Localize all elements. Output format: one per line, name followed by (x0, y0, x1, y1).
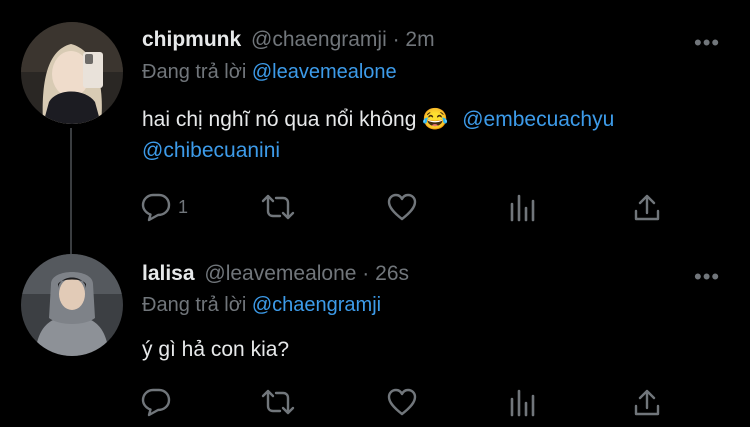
replying-to-mention[interactable]: @leavemealone (252, 61, 397, 83)
tweet-text: ý gì hả con kia? (142, 338, 289, 362)
time-separator: · (356, 262, 376, 285)
avatar-image (21, 254, 123, 356)
like-button[interactable] (386, 190, 418, 224)
tweet-header: lalisa @leavemealone · 26s (142, 262, 409, 286)
avatar-image (21, 22, 123, 124)
author-handle[interactable]: @chaengramji (251, 28, 387, 51)
tweet-text-body: hai chị nghĩ nó qua nổi không 😂 (142, 108, 449, 131)
retweet-button[interactable] (260, 190, 296, 224)
author-handle[interactable]: @leavemealone (204, 262, 356, 285)
tweet-text-line-2: @chibecuanini (142, 139, 280, 163)
like-icon (386, 387, 418, 417)
reply-count: 1 (178, 196, 189, 217)
tweet-text-body: ý gì hả con kia? (142, 338, 290, 361)
share-icon (632, 387, 662, 417)
more-icon[interactable]: ••• (694, 266, 720, 288)
like-icon (386, 192, 418, 222)
more-icon[interactable]: ••• (694, 32, 720, 54)
replying-to-mention[interactable]: @chaengramji (252, 294, 381, 316)
replying-to: Đang trả lời @chaengramji (142, 294, 381, 317)
replying-to-label: Đang trả lời (142, 294, 252, 316)
timestamp[interactable]: 2m (405, 28, 434, 51)
replying-to: Đang trả lời @leavemealone (142, 61, 397, 84)
share-button[interactable] (632, 385, 662, 419)
share-button[interactable] (632, 190, 662, 224)
analytics-button[interactable] (508, 385, 538, 419)
tweet-text: hai chị nghĩ nó qua nổi không 😂 @embecua… (142, 108, 614, 132)
analytics-button[interactable] (508, 190, 538, 224)
thread-line (70, 128, 72, 254)
tweet-lalisa[interactable]: lalisa @leavemealone · 26s ••• Đang trả … (0, 254, 750, 427)
action-bar (140, 385, 670, 419)
mention-embecuachyu[interactable]: @embecuachyu (462, 108, 614, 131)
action-bar: 1 (140, 190, 670, 224)
retweet-icon (260, 192, 296, 222)
analytics-icon (508, 387, 538, 417)
replying-to-label: Đang trả lời (142, 61, 252, 83)
time-separator: · (386, 28, 406, 51)
mention-chibecuanini[interactable]: @chibecuanini (142, 139, 280, 162)
reply-icon (140, 387, 172, 417)
reply-button[interactable]: 1 (140, 190, 188, 224)
reply-icon (140, 192, 172, 222)
share-icon (632, 192, 662, 222)
analytics-icon (508, 192, 538, 222)
reply-button[interactable] (140, 385, 172, 419)
retweet-icon (260, 387, 296, 417)
retweet-button[interactable] (260, 385, 296, 419)
author-name[interactable]: chipmunk (142, 28, 241, 51)
tweet-header: chipmunk @chaengramji · 2m (142, 28, 435, 52)
avatar-chipmunk[interactable] (21, 22, 123, 124)
timestamp[interactable]: 26s (375, 262, 409, 285)
tweet-chipmunk[interactable]: chipmunk @chaengramji · 2m ••• Đang trả … (0, 0, 750, 254)
like-button[interactable] (386, 385, 418, 419)
author-name[interactable]: lalisa (142, 262, 195, 285)
avatar-lalisa[interactable] (21, 254, 123, 356)
